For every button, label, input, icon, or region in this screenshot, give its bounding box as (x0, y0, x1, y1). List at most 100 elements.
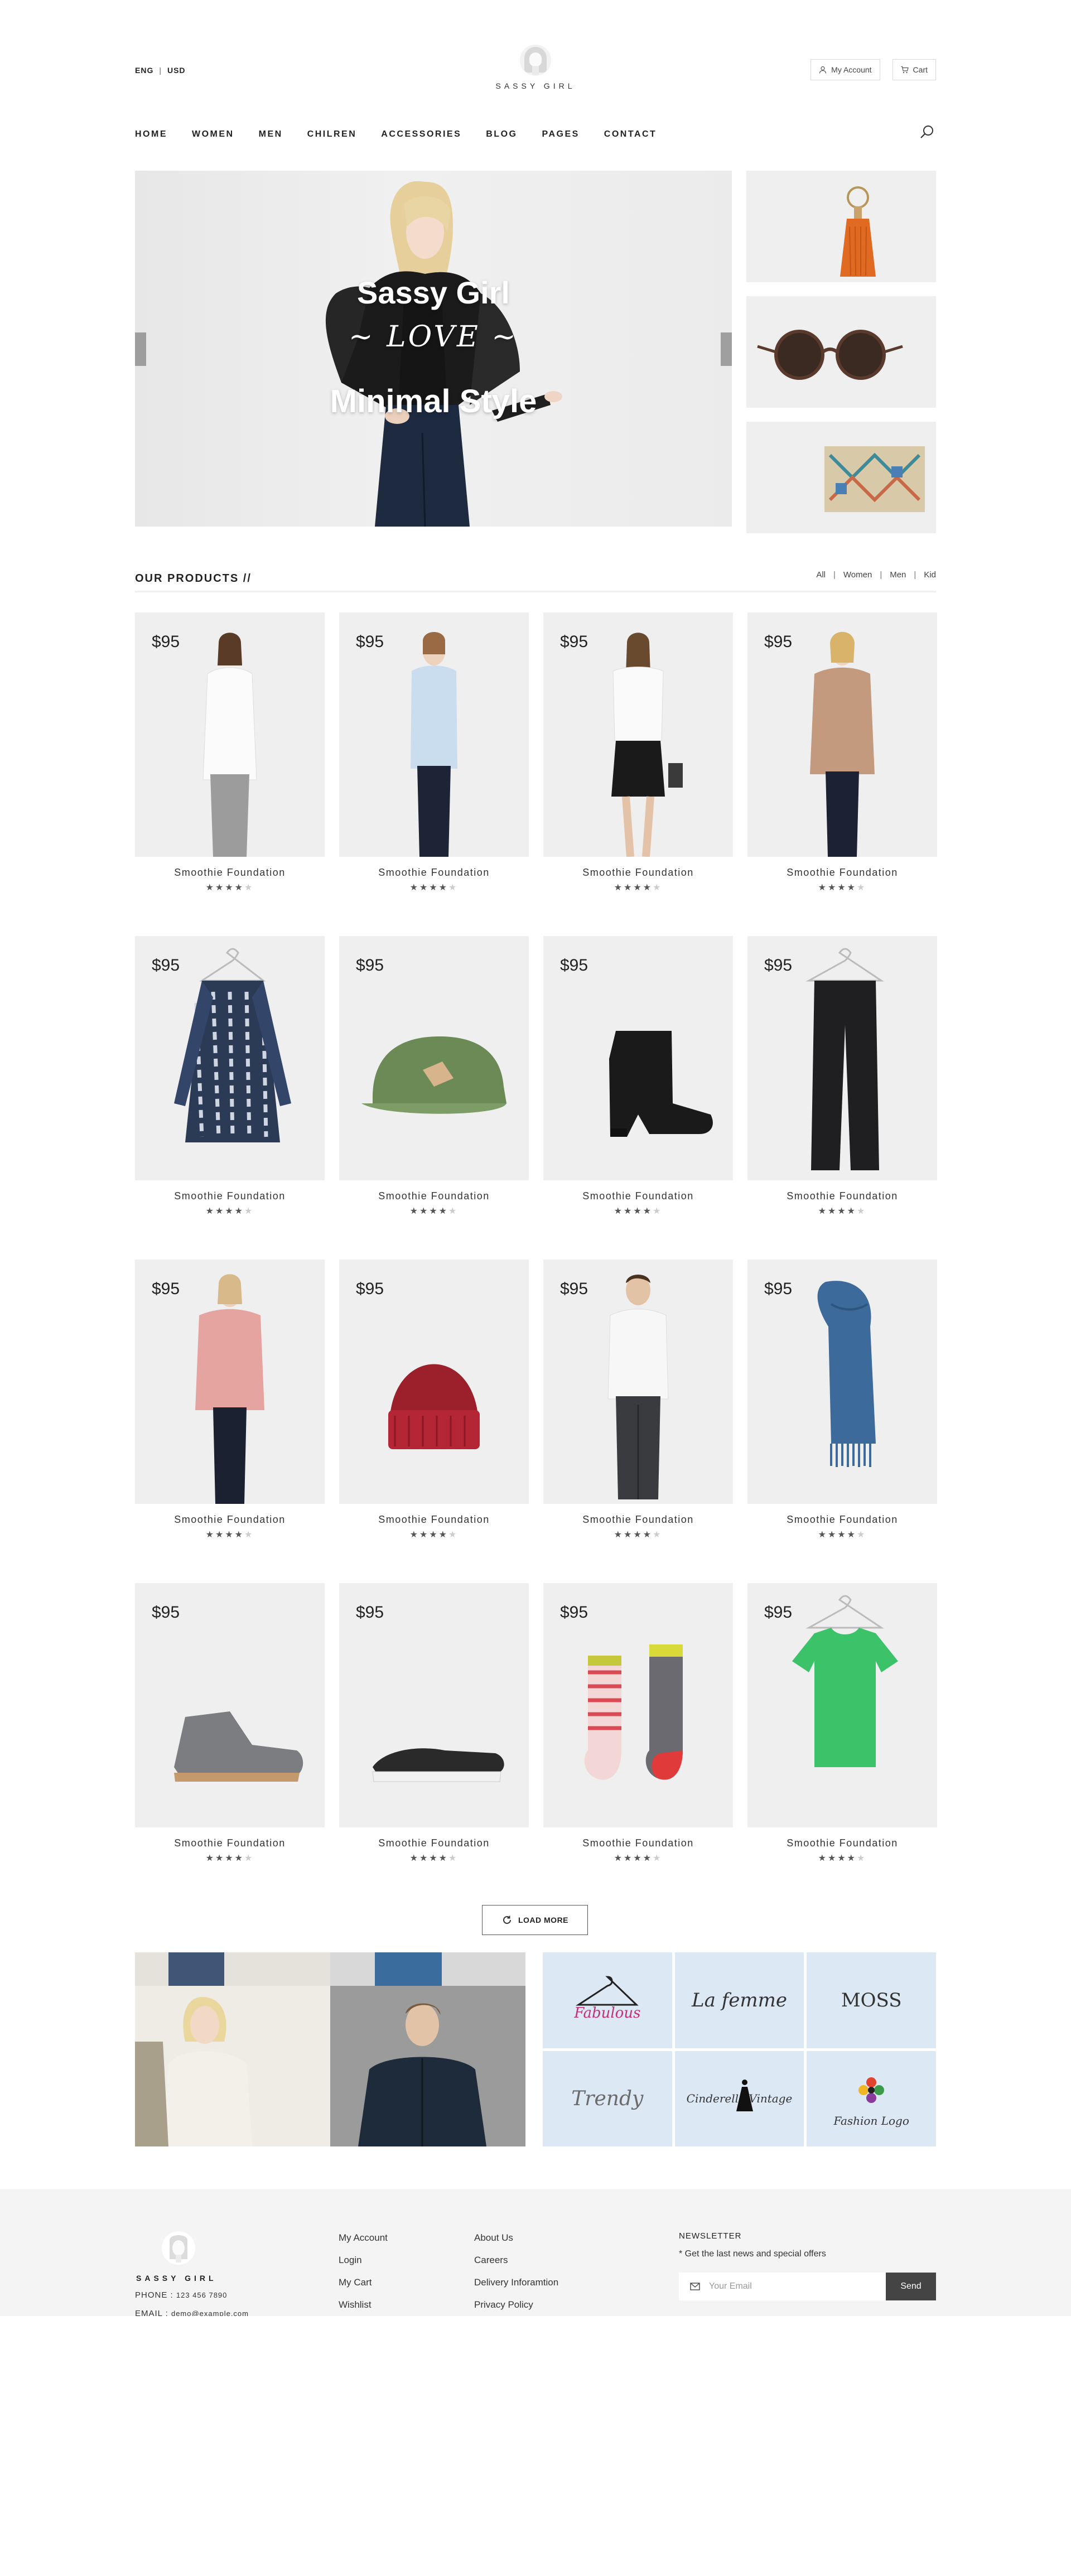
product-image[interactable]: $95 (135, 1260, 325, 1504)
product-price: $95 (764, 956, 793, 975)
product-card[interactable]: $95 Smoothie Foundation ★★★★★ (339, 612, 529, 893)
product-image[interactable]: $95 (747, 936, 937, 1180)
load-more-button[interactable]: LOAD MORE (482, 1905, 588, 1935)
product-name[interactable]: Smoothie Foundation (543, 1190, 733, 1202)
product-name[interactable]: Smoothie Foundation (747, 1837, 937, 1849)
footer-phone: PHONE : 123 456 7890 (135, 2290, 227, 2300)
brand-logo-lafemme[interactable]: La femme (674, 1952, 804, 2048)
footer-link-delivery[interactable]: Delivery Inforamtion (474, 2277, 558, 2299)
flower-icon (858, 2077, 885, 2103)
product-card[interactable]: $95 Smoothie Foundation ★★★★★ (747, 1260, 937, 1540)
product-image[interactable]: $95 (339, 612, 529, 857)
nav-item-children[interactable]: CHILREN (307, 129, 357, 139)
brand-logo-trendy[interactable]: Trendy (543, 2051, 672, 2146)
nav-item-blog[interactable]: BLOG (486, 129, 517, 139)
product-image[interactable]: $95 (339, 1583, 529, 1827)
product-card[interactable]: $95 Smoothie Foundation ★★★★★ (135, 612, 325, 893)
footer-logo-icon[interactable] (162, 2231, 195, 2265)
product-name[interactable]: Smoothie Foundation (135, 1514, 325, 1526)
product-image[interactable]: $95 (747, 612, 937, 857)
product-name[interactable]: Smoothie Foundation (339, 867, 529, 879)
product-name[interactable]: Smoothie Foundation (339, 1190, 529, 1202)
nav-item-men[interactable]: MEN (259, 129, 283, 139)
product-image[interactable]: $95 (135, 936, 325, 1180)
promo-tile-keychain[interactable] (746, 171, 936, 282)
product-card[interactable]: $95 Smoothie Foundation ★★★★★ (543, 1260, 733, 1540)
product-card[interactable]: $95 Smoothie Foundation ★★★★★ (543, 612, 733, 893)
product-card[interactable]: $95 Smoothie Foundation ★★★★★ (339, 936, 529, 1217)
product-rating-stars-icon: ★★★★★ (614, 883, 663, 893)
footer-link-about-us[interactable]: About Us (474, 2232, 558, 2255)
footer-link-login[interactable]: Login (339, 2255, 388, 2277)
product-card[interactable]: $95 Smoothie Foundation ★★★★★ (747, 1583, 937, 1864)
promo-tile-clutch[interactable] (746, 422, 936, 533)
hero-prev-arrow[interactable] (135, 332, 146, 366)
newsletter-email-input[interactable]: Your Email (679, 2273, 886, 2300)
product-image[interactable]: $95 (543, 1260, 733, 1504)
product-card[interactable]: $95 Smoothie Foundation ★★★★★ (135, 936, 325, 1217)
product-name[interactable]: Smoothie Foundation (747, 1514, 937, 1526)
footer-link-wishlist[interactable]: Wishlist (339, 2299, 388, 2316)
product-name[interactable]: Smoothie Foundation (339, 1837, 529, 1849)
product-card[interactable]: $95 Smoothie Foundation ★★★★★ (135, 1260, 325, 1540)
footer-link-my-cart[interactable]: My Cart (339, 2277, 388, 2299)
filter-women[interactable]: Women (843, 570, 872, 580)
nav-item-home[interactable]: HOME (135, 129, 167, 139)
product-image[interactable]: $95 (543, 612, 733, 857)
main-nav: HOME WOMEN MEN CHILREN ACCESSORIES BLOG … (135, 126, 936, 146)
footer-link-my-account[interactable]: My Account (339, 2232, 388, 2255)
product-image[interactable]: $95 (135, 612, 325, 857)
footer-email-value[interactable]: demo@example.com (171, 2309, 249, 2316)
product-name[interactable]: Smoothie Foundation (135, 1190, 325, 1202)
site-logo[interactable]: SASSY GIRL (452, 45, 619, 90)
nav-item-contact[interactable]: CONTACT (604, 129, 657, 139)
product-image[interactable]: $95 (135, 1583, 325, 1827)
product-card[interactable]: $95 Smoothie Foundation ★★★★★ (339, 1260, 529, 1540)
product-name[interactable]: Smoothie Foundation (747, 1190, 937, 1202)
product-card[interactable]: $95 Smoothie Foundation ★★★★★ (339, 1583, 529, 1864)
product-card[interactable]: $95 Smoothie Foundation ★★★★★ (543, 1583, 733, 1864)
product-name[interactable]: Smoothie Foundation (747, 867, 937, 879)
product-name[interactable]: Smoothie Foundation (135, 1837, 325, 1849)
product-image[interactable]: $95 (747, 1260, 937, 1504)
filter-all[interactable]: All (816, 570, 826, 580)
product-rating-stars-icon: ★★★★★ (205, 883, 254, 893)
product-image[interactable]: $95 (339, 1260, 529, 1504)
footer-link-careers[interactable]: Careers (474, 2255, 558, 2277)
language-select[interactable]: ENG (135, 66, 153, 75)
brand-logo-fabulous[interactable]: Fabulous (543, 1952, 672, 2048)
brand-trendy-text: Trendy (571, 2087, 644, 2110)
product-card[interactable]: $95 Smoothie Foundation ★★★★★ (543, 936, 733, 1217)
product-name[interactable]: Smoothie Foundation (339, 1514, 529, 1526)
hero-next-arrow[interactable] (721, 332, 732, 366)
my-account-button[interactable]: My Account (811, 59, 880, 80)
brand-logo-cinderella[interactable]: Cinderella Vintage (674, 2051, 804, 2146)
product-card[interactable]: $95 Smoothie Foundation ★★★★★ (747, 936, 937, 1217)
product-card[interactable]: $95 Smoothie Foundation ★★★★★ (747, 612, 937, 893)
brand-logo-fashion[interactable]: Fashion Logo (807, 2051, 936, 2146)
product-name[interactable]: Smoothie Foundation (543, 867, 733, 879)
product-card[interactable]: $95 Smoothie Foundation ★★★★★ (135, 1583, 325, 1864)
lookbook-collage[interactable] (135, 1952, 525, 2146)
search-icon[interactable] (919, 124, 936, 141)
currency-select[interactable]: USD (167, 66, 186, 75)
nav-item-pages[interactable]: PAGES (542, 129, 579, 139)
nav-item-accessories[interactable]: ACCESSORIES (381, 129, 461, 139)
hero-slider[interactable]: Sassy Girl ~ LOVE ~ Minimal Style (135, 171, 732, 527)
product-image[interactable]: $95 (543, 936, 733, 1180)
promo-tile-sunglasses[interactable] (746, 296, 936, 408)
product-image[interactable]: $95 (747, 1583, 937, 1827)
filter-kid[interactable]: Kid (924, 570, 936, 580)
product-image[interactable]: $95 (543, 1583, 733, 1827)
product-image[interactable]: $95 (339, 936, 529, 1180)
cart-button[interactable]: Cart (892, 59, 936, 80)
filter-men[interactable]: Men (890, 570, 906, 580)
newsletter-send-button[interactable]: Send (886, 2273, 936, 2300)
brand-logo-moss[interactable]: MOSS (807, 1952, 936, 2048)
product-name[interactable]: Smoothie Foundation (135, 867, 325, 879)
product-name[interactable]: Smoothie Foundation (543, 1837, 733, 1849)
footer-link-privacy[interactable]: Privacy Policy (474, 2299, 558, 2316)
product-price: $95 (764, 1603, 793, 1622)
product-name[interactable]: Smoothie Foundation (543, 1514, 733, 1526)
nav-item-women[interactable]: WOMEN (192, 129, 234, 139)
